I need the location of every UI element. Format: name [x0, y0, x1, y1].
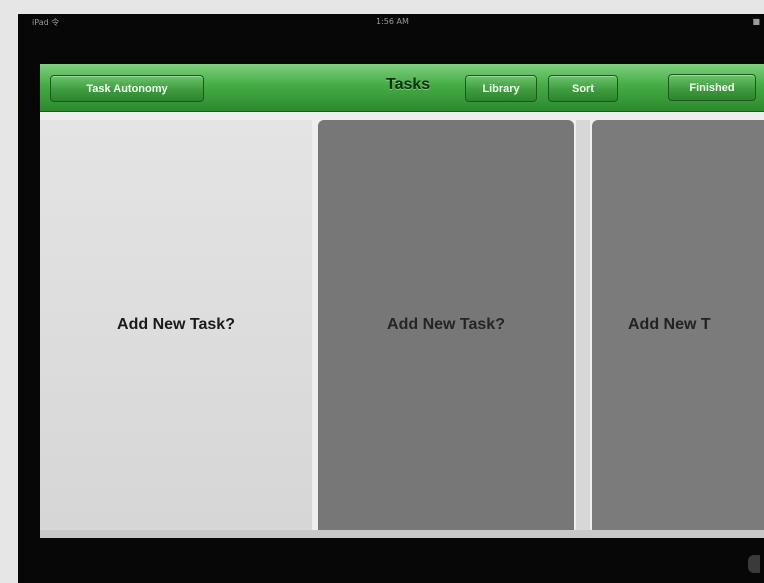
- sort-button[interactable]: Sort: [548, 75, 618, 102]
- add-task-label: Add New Task?: [387, 316, 505, 333]
- toolbar: Task Autonomy Tasks Library Sort Finishe…: [40, 64, 764, 112]
- add-task-card[interactable]: Add New Task?: [40, 120, 312, 530]
- status-time: 1:56 AM: [376, 17, 409, 26]
- add-task-card[interactable]: Add New Task?: [318, 120, 574, 530]
- screen-bottom-edge: [40, 530, 764, 538]
- card-divider: [576, 120, 590, 530]
- add-task-label: Add New Task?: [117, 316, 235, 333]
- status-carrier: iPad 令: [32, 18, 60, 27]
- finished-button[interactable]: Finished: [668, 74, 756, 101]
- device-frame: iPad 令 1:56 AM ■ Task Autonomy Tasks Lib…: [18, 14, 764, 583]
- status-bar: iPad 令 1:56 AM ■: [18, 14, 764, 30]
- task-autonomy-button[interactable]: Task Autonomy: [50, 75, 204, 102]
- add-task-label: Add New T: [628, 316, 711, 333]
- page-title: Tasks: [386, 76, 431, 93]
- app-screen: Task Autonomy Tasks Library Sort Finishe…: [40, 64, 764, 538]
- library-button[interactable]: Library: [465, 75, 537, 102]
- battery-icon: ■: [752, 17, 760, 26]
- home-button-icon[interactable]: [748, 555, 760, 573]
- add-task-card[interactable]: Add New T: [592, 120, 764, 530]
